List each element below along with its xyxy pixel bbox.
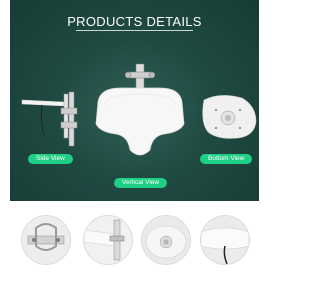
- detail-thumbnail-base: [142, 216, 190, 264]
- vertical-view-label: Vertical View: [114, 178, 168, 188]
- detail-thumbnail-cable: [201, 216, 249, 264]
- section-title: PRODUCTS DETAILS: [67, 14, 202, 29]
- side-view-image: [21, 91, 78, 147]
- side-view-label: Side View: [28, 154, 73, 164]
- bottom-view-label: Bottom View: [200, 154, 253, 164]
- product-details-panel: PRODUCTS DETAILS Side View Bottom View V…: [10, 0, 259, 201]
- bottom-view-image: [202, 95, 257, 139]
- mount-detail-image: [84, 216, 132, 264]
- bottom-strip: [10, 281, 259, 291]
- base-detail-image: [142, 216, 190, 264]
- vertical-view-image: [95, 63, 185, 156]
- detail-thumbnail-clamp: [22, 216, 70, 264]
- detail-thumbnail-mount: [84, 216, 132, 264]
- title-underline: [76, 30, 193, 31]
- cable-detail-image: [201, 216, 249, 264]
- clamp-detail-image: [22, 216, 70, 264]
